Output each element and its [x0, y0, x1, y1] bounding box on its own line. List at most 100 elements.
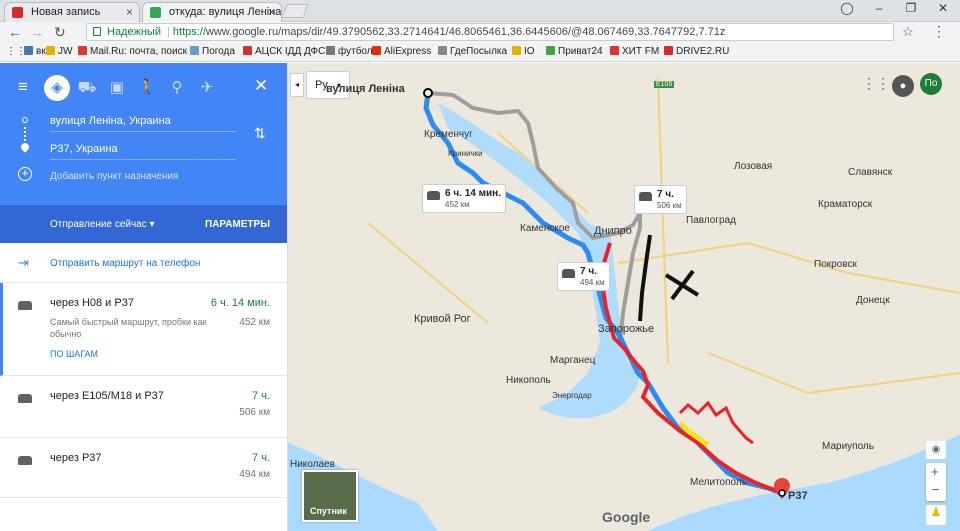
- origin-input[interactable]: вулиця Леніна, Украина: [50, 115, 236, 132]
- close-window-icon[interactable]: ✕: [930, 1, 956, 15]
- directions-panel: ≡ ◈ ⛟ ▣ 🚶 ⚲ ✈ ✕ вулиця Леніна, Украина P…: [0, 63, 288, 531]
- bookmark-vk[interactable]: вк: [24, 46, 46, 57]
- url-text: www.google.ru/maps/dir/49.3790562,33.271…: [205, 26, 726, 38]
- send-to-phone-row[interactable]: ⇥ Отправить маршрут на телефон: [0, 243, 287, 283]
- black-drawn-line: [638, 234, 652, 322]
- back-arrow-icon[interactable]: ←: [8, 24, 22, 40]
- bookmark-drive2[interactable]: DRIVE2.RU: [664, 46, 729, 57]
- notifications-icon[interactable]: ●: [892, 75, 914, 97]
- tab-title: откуда: вулиця Леніна, Э: [169, 6, 282, 18]
- destination-label: P37: [788, 490, 808, 502]
- satellite-toggle[interactable]: Спутник: [302, 470, 358, 522]
- close-tab-icon[interactable]: ×: [268, 5, 275, 19]
- hamburger-menu-icon[interactable]: ≡: [18, 77, 28, 97]
- car-icon: [18, 456, 32, 465]
- route-title: через P37: [50, 452, 102, 464]
- aliexpress-icon: [372, 46, 381, 55]
- privat24-icon: [546, 46, 555, 55]
- folder-icon: [46, 46, 55, 55]
- reload-icon[interactable]: ↻: [54, 24, 66, 41]
- car-icon: [18, 394, 32, 403]
- flight-icon[interactable]: ✈: [194, 75, 220, 101]
- best-route-icon[interactable]: ◈: [44, 75, 70, 101]
- send-to-phone-link[interactable]: Отправить маршрут на телефон: [50, 258, 200, 269]
- route-option-2[interactable]: через E105/M18 и P37 7 ч. 506 км: [0, 376, 287, 438]
- params-button[interactable]: ПАРАМЕТРЫ: [205, 219, 270, 230]
- weather-icon: [190, 46, 199, 55]
- route-duration: 7 ч.: [252, 452, 270, 464]
- route-steps-link[interactable]: ПО ШАГАМ: [50, 349, 98, 359]
- restore-icon[interactable]: ❐: [898, 1, 924, 15]
- bookmark-football[interactable]: футбол: [326, 46, 373, 57]
- bookmark-jw[interactable]: JW: [46, 46, 72, 57]
- route-box-1[interactable]: 6 ч. 14 мин. 452 км: [422, 184, 506, 213]
- bicycle-icon[interactable]: ⚲: [164, 75, 190, 101]
- place-label: Мариуполь: [822, 441, 874, 452]
- place-label: Павлоград: [686, 215, 736, 226]
- place-label: Днипро: [594, 225, 632, 237]
- account-avatar[interactable]: По: [920, 73, 942, 95]
- route-box-2[interactable]: 7 ч. 506 км: [634, 185, 687, 214]
- bookmark-aliexpress[interactable]: AliExpress: [372, 46, 431, 57]
- new-tab-button[interactable]: [281, 4, 309, 18]
- route-option-1[interactable]: через H08 и P37 6 ч. 14 мин. Самый быстр…: [0, 283, 287, 376]
- vk-icon: [24, 46, 33, 55]
- directions-header: ≡ ◈ ⛟ ▣ 🚶 ⚲ ✈ ✕ вулиця Леніна, Украина P…: [0, 63, 287, 205]
- minimize-icon[interactable]: –: [866, 1, 892, 15]
- route-box-3[interactable]: 7 ч. 494 км: [557, 262, 610, 291]
- drive2-icon: [664, 46, 673, 55]
- zoom-out-icon[interactable]: −: [932, 482, 940, 497]
- profile-icon[interactable]: ◯: [834, 1, 860, 15]
- route-option-3[interactable]: через P37 7 ч. 494 км: [0, 438, 287, 498]
- depart-bar: Отправление сейчас ▾ ПАРАМЕТРЫ: [0, 205, 287, 243]
- place-label: Кременчуг: [424, 129, 473, 140]
- url-field[interactable]: Надежный | https://www.google.ru/maps/dir…: [86, 23, 894, 41]
- car-icon[interactable]: ⛟: [74, 75, 100, 101]
- folder-icon: [512, 46, 521, 55]
- my-location-icon[interactable]: ◉: [926, 441, 946, 459]
- google-logo: Google: [602, 509, 651, 525]
- close-tab-icon[interactable]: ×: [126, 5, 133, 19]
- transit-icon[interactable]: ▣: [104, 75, 130, 101]
- tab-new-post[interactable]: Новая запись ×: [4, 2, 140, 22]
- mailru-icon: [78, 46, 87, 55]
- apps-icon[interactable]: ⋮⋮: [6, 46, 26, 57]
- map-canvas[interactable]: ◂ Ру ▾ ⋮⋮⋮ ● По E105 вулиця Леніна Креме…: [288, 63, 960, 531]
- close-directions-icon[interactable]: ✕: [254, 76, 268, 96]
- address-bar-row: ← → ↻ Надежный | https://www.google.ru/ma…: [0, 22, 960, 43]
- walking-icon[interactable]: 🚶: [134, 75, 160, 101]
- menu-dots-icon[interactable]: ⋮: [932, 23, 946, 40]
- zoom-in-icon[interactable]: +: [931, 464, 939, 479]
- car-icon: [639, 192, 652, 201]
- collapse-panel-button[interactable]: ◂: [290, 73, 304, 97]
- bookmark-io[interactable]: IO: [512, 46, 535, 57]
- add-destination-link[interactable]: Добавить пункт назначения: [50, 171, 178, 182]
- bookmark-hitfm[interactable]: ХИТ FM: [610, 46, 659, 57]
- place-label: Запорожье: [598, 323, 655, 335]
- bookmark-weather[interactable]: Погода: [190, 46, 235, 57]
- depart-dropdown[interactable]: Отправление сейчас ▾: [50, 219, 155, 230]
- bookmark-gdeposylka[interactable]: ГдеПосылка: [438, 46, 507, 57]
- destination-input[interactable]: P37, Украина: [50, 143, 236, 160]
- place-label: Славянск: [848, 167, 893, 178]
- football-icon: [326, 46, 335, 55]
- maps-favicon-icon: [150, 7, 161, 18]
- bookmark-mailru[interactable]: Mail.Ru: почта, поиск: [78, 46, 187, 57]
- destination-dot-icon: [778, 489, 786, 497]
- route-description: Самый быстрый маршрут, пробки как обычно: [50, 317, 207, 339]
- bookmark-privat24[interactable]: Приват24: [546, 46, 603, 57]
- car-icon: [427, 191, 440, 200]
- route-distance: 506 км: [239, 407, 270, 418]
- add-destination-icon[interactable]: +: [18, 167, 32, 181]
- place-label: Кринички: [448, 149, 483, 158]
- tab-google-maps[interactable]: откуда: вулиця Леніна, Э ×: [142, 2, 282, 22]
- origin-marker-icon[interactable]: [423, 88, 433, 98]
- place-label: Энергодар: [552, 391, 592, 400]
- swap-waypoints-icon[interactable]: ⇅: [254, 125, 266, 142]
- bookmark-acsk[interactable]: АЦСК ІДД ДФС: [243, 46, 325, 57]
- pegman-icon[interactable]: ♟: [926, 505, 946, 525]
- forward-arrow-icon[interactable]: →: [30, 24, 44, 40]
- place-label: Каменское: [520, 223, 570, 234]
- place-label: Кривой Рог: [414, 313, 471, 325]
- bookmark-star-icon[interactable]: ☆: [902, 24, 914, 40]
